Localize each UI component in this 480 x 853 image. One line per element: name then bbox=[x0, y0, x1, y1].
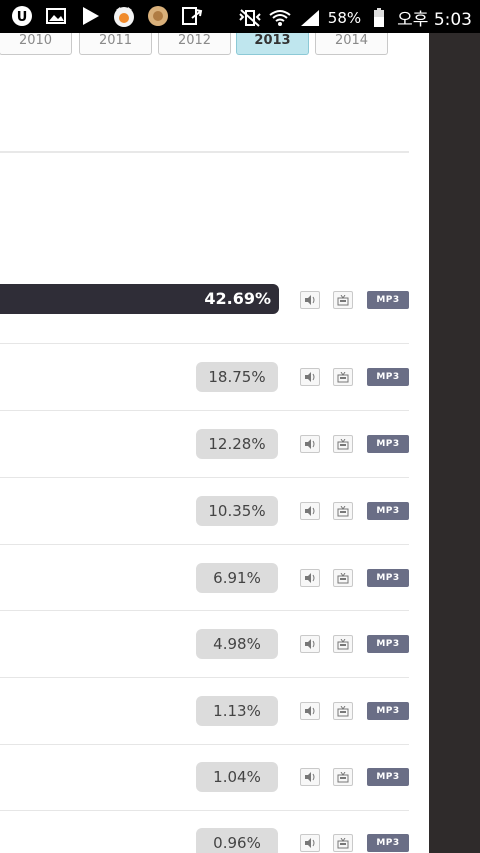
vibrate-mute-icon bbox=[238, 6, 262, 30]
tv-icon bbox=[337, 837, 349, 848]
speaker-icon bbox=[305, 639, 315, 649]
percent-bar: 42.69% bbox=[0, 284, 279, 314]
mp3-button[interactable]: MP3 bbox=[367, 702, 409, 720]
list-item: 10.35% MP3 bbox=[0, 478, 409, 544]
system-icons: 58% 오후 5:03 bbox=[238, 5, 472, 30]
cat-badge-icon bbox=[112, 4, 136, 28]
percent-badge: 1.13% bbox=[196, 696, 278, 726]
list-item: 12.28% MP3 bbox=[0, 411, 409, 477]
tv-icon bbox=[337, 638, 349, 649]
status-bar: U 58% 오후 5:03 bbox=[0, 0, 480, 33]
list-item: 1.13% MP3 bbox=[0, 678, 409, 744]
mp3-button[interactable]: MP3 bbox=[367, 635, 409, 653]
tv-icon bbox=[337, 505, 349, 516]
play-sound-button[interactable] bbox=[300, 635, 320, 653]
percent-badge: 1.04% bbox=[196, 762, 278, 792]
tab-2014[interactable]: 2014 bbox=[315, 33, 388, 55]
tv-icon bbox=[337, 438, 349, 449]
tab-2011[interactable]: 2011 bbox=[79, 33, 152, 55]
speaker-icon bbox=[305, 439, 315, 449]
percent-badge: 6.91% bbox=[196, 563, 278, 593]
battery-percent: 58% bbox=[327, 8, 362, 27]
notification-icons: U bbox=[10, 4, 204, 28]
video-button[interactable] bbox=[333, 435, 353, 453]
list-item: 6.91% MP3 bbox=[0, 545, 409, 611]
image-icon bbox=[44, 4, 68, 28]
video-button[interactable] bbox=[333, 834, 353, 852]
list-item: 0.96% MP3 bbox=[0, 811, 409, 853]
speaker-icon bbox=[305, 372, 315, 382]
tv-icon bbox=[337, 371, 349, 382]
tv-icon bbox=[337, 572, 349, 583]
mp3-button[interactable]: MP3 bbox=[367, 768, 409, 786]
speaker-icon bbox=[305, 295, 315, 305]
mp3-button[interactable]: MP3 bbox=[367, 569, 409, 587]
chart-page: 2010 2011 2012 2013 2014 42.69% MP3 18.7… bbox=[0, 33, 429, 853]
play-sound-button[interactable] bbox=[300, 702, 320, 720]
tv-icon bbox=[337, 294, 349, 305]
tv-icon bbox=[337, 771, 349, 782]
video-button[interactable] bbox=[333, 702, 353, 720]
mp3-button[interactable]: MP3 bbox=[367, 435, 409, 453]
speaker-icon bbox=[305, 772, 315, 782]
play-sound-button[interactable] bbox=[300, 569, 320, 587]
mp3-button[interactable]: MP3 bbox=[367, 502, 409, 520]
percent-badge: 4.98% bbox=[196, 629, 278, 659]
list-item: 42.69% MP3 bbox=[0, 267, 409, 333]
video-button[interactable] bbox=[333, 291, 353, 309]
video-button[interactable] bbox=[333, 368, 353, 386]
tv-icon bbox=[337, 705, 349, 716]
percent-badge: 10.35% bbox=[196, 496, 278, 526]
speaker-icon bbox=[305, 573, 315, 583]
speaker-icon bbox=[305, 706, 315, 716]
play-sound-button[interactable] bbox=[300, 435, 320, 453]
list-item: 18.75% MP3 bbox=[0, 344, 409, 410]
video-button[interactable] bbox=[333, 768, 353, 786]
play-sound-button[interactable] bbox=[300, 368, 320, 386]
divider bbox=[0, 151, 409, 153]
tab-2010[interactable]: 2010 bbox=[0, 33, 72, 55]
list-item: 4.98% MP3 bbox=[0, 611, 409, 677]
play-sound-button[interactable] bbox=[300, 291, 320, 309]
video-button[interactable] bbox=[333, 569, 353, 587]
video-button[interactable] bbox=[333, 502, 353, 520]
app-u-icon: U bbox=[10, 4, 34, 28]
svg-text:U: U bbox=[17, 10, 28, 25]
clock: 오후 5:03 bbox=[397, 10, 472, 30]
flower-icon bbox=[146, 4, 170, 28]
wifi-icon bbox=[268, 6, 292, 30]
play-sound-button[interactable] bbox=[300, 768, 320, 786]
list-item: 1.04% MP3 bbox=[0, 745, 409, 811]
battery-icon bbox=[367, 6, 391, 30]
play-sound-button[interactable] bbox=[300, 834, 320, 852]
percent-badge: 12.28% bbox=[196, 429, 278, 459]
tab-2012[interactable]: 2012 bbox=[158, 33, 231, 55]
tab-2013[interactable]: 2013 bbox=[236, 33, 309, 55]
play-store-icon bbox=[78, 4, 102, 28]
share-icon bbox=[180, 4, 204, 28]
side-rail bbox=[429, 33, 480, 853]
play-sound-button[interactable] bbox=[300, 502, 320, 520]
percent-badge: 18.75% bbox=[196, 362, 278, 392]
signal-icon bbox=[298, 6, 322, 30]
mp3-button[interactable]: MP3 bbox=[367, 291, 409, 309]
speaker-icon bbox=[305, 838, 315, 848]
percent-badge: 0.96% bbox=[196, 828, 278, 853]
video-button[interactable] bbox=[333, 635, 353, 653]
mp3-button[interactable]: MP3 bbox=[367, 368, 409, 386]
mp3-button[interactable]: MP3 bbox=[367, 834, 409, 852]
speaker-icon bbox=[305, 506, 315, 516]
